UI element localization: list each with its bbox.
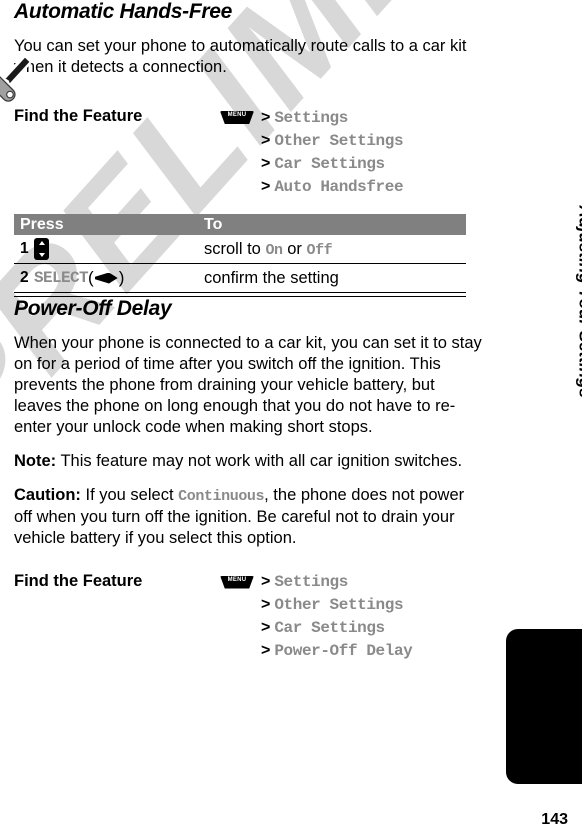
to-cell: scroll to On or Off xyxy=(204,240,466,259)
chapter-title-vertical: Adjusting Your Settings xyxy=(576,205,582,398)
menu-path-row: > Car Settings xyxy=(220,152,484,175)
path-separator: > xyxy=(261,619,271,636)
path-separator: > xyxy=(261,131,271,149)
menu-path-item[interactable]: Other Settings xyxy=(274,596,403,614)
caution-value-continuous: Continuous xyxy=(178,487,265,505)
find-the-feature-label-1: Find the Feature xyxy=(14,107,143,125)
note-text: This feature may not work with all car i… xyxy=(56,451,463,470)
menu-path-row: > Other Settings xyxy=(220,594,484,617)
find-the-feature-path-2: MENU > Settings > Other Settings > Car S… xyxy=(220,571,484,663)
path-separator: > xyxy=(261,642,271,659)
find-the-feature-path-1: MENU > Settings > Other Settings > Car S… xyxy=(220,106,484,198)
section-intro-automatic-hands-free: You can set your phone to automatically … xyxy=(14,37,467,76)
manual-page: PRELIMINARY Automatic Hands-Free You can… xyxy=(0,0,582,837)
path-separator: > xyxy=(261,177,271,195)
menu-key-icon[interactable]: MENU xyxy=(220,111,254,124)
page-content: Automatic Hands-Free You can set your ph… xyxy=(14,0,484,663)
menu-path-row: > Car Settings xyxy=(220,617,484,640)
menu-key-label: MENU xyxy=(227,112,247,118)
find-the-feature-label-2: Find the Feature xyxy=(14,571,143,590)
find-the-feature-block-2: Find the Feature MENU > Settings > Other… xyxy=(14,549,484,663)
table-header-row: Press To xyxy=(14,214,466,235)
section-title-power-off-delay: Power-Off Delay xyxy=(14,296,172,320)
caution-paragraph: Caution: If you select Continuous, the p… xyxy=(14,472,482,549)
press-cell xyxy=(34,238,204,260)
triangle-down-icon xyxy=(38,253,45,257)
step-number: 2 xyxy=(20,269,29,286)
chapter-tab xyxy=(506,629,582,784)
menu-path-row: MENU > Settings xyxy=(220,571,484,594)
to-text-prefix: scroll to xyxy=(204,239,266,258)
page-number: 143 xyxy=(541,811,568,828)
menu-path-item[interactable]: Other Settings xyxy=(274,132,403,150)
press-to-table: Press To 1 scroll to On or Off 2 SELECT(… xyxy=(14,214,466,297)
step-number: 1 xyxy=(20,240,29,257)
table-row: 1 scroll to On or Off xyxy=(14,235,466,264)
press-cell: SELECT() xyxy=(34,268,204,288)
softkey-arrow-icon[interactable] xyxy=(94,272,118,284)
table-row: 2 SELECT() confirm the setting xyxy=(14,264,466,293)
menu-path-item[interactable]: Auto Handsfree xyxy=(274,178,403,196)
caution-text-before: If you select xyxy=(80,485,179,504)
triangle-up-icon xyxy=(38,241,45,245)
paren-open: ( xyxy=(88,268,94,287)
menu-key-label: MENU xyxy=(227,576,247,583)
wrench-screwdriver-icon xyxy=(0,54,33,103)
note-label: Note: xyxy=(14,451,57,470)
to-value-on: On xyxy=(265,241,283,259)
select-softkey-label[interactable]: SELECT xyxy=(34,269,89,287)
menu-path-row: > Auto Handsfree xyxy=(220,175,484,198)
menu-path-row: MENU > Settings xyxy=(220,106,484,129)
menu-path-item[interactable]: Power-Off Delay xyxy=(274,642,412,660)
note-paragraph: Note: This feature may not work with all… xyxy=(14,438,482,472)
to-text-middle: or xyxy=(282,239,307,258)
menu-path-row: > Other Settings xyxy=(220,129,484,152)
menu-path-item[interactable]: Car Settings xyxy=(274,619,385,637)
path-separator: > xyxy=(261,108,271,126)
menu-path-item[interactable]: Settings xyxy=(274,573,348,591)
menu-path-item[interactable]: Car Settings xyxy=(274,155,385,173)
column-header-to: To xyxy=(204,215,223,233)
scroll-up-down-key-icon[interactable] xyxy=(34,238,49,260)
to-value-off: Off xyxy=(306,241,333,259)
menu-path-item[interactable]: Settings xyxy=(274,109,348,127)
column-header-press: Press xyxy=(20,215,64,233)
path-separator: > xyxy=(261,573,271,590)
section-intro-power-off-delay: When your phone is connected to a car ki… xyxy=(14,333,482,436)
path-separator: > xyxy=(261,154,271,172)
find-the-feature-block-1: Find the Feature MENU > Settings > Other… xyxy=(14,78,484,198)
to-cell: confirm the setting xyxy=(204,268,339,287)
menu-key-icon[interactable]: MENU xyxy=(220,575,254,589)
path-separator: > xyxy=(261,596,271,613)
paren-close: ) xyxy=(118,268,125,287)
caution-label: Caution: xyxy=(14,485,81,504)
section-title-automatic-hands-free: Automatic Hands-Free xyxy=(14,0,233,23)
menu-path-row: > Power-Off Delay xyxy=(220,640,484,663)
